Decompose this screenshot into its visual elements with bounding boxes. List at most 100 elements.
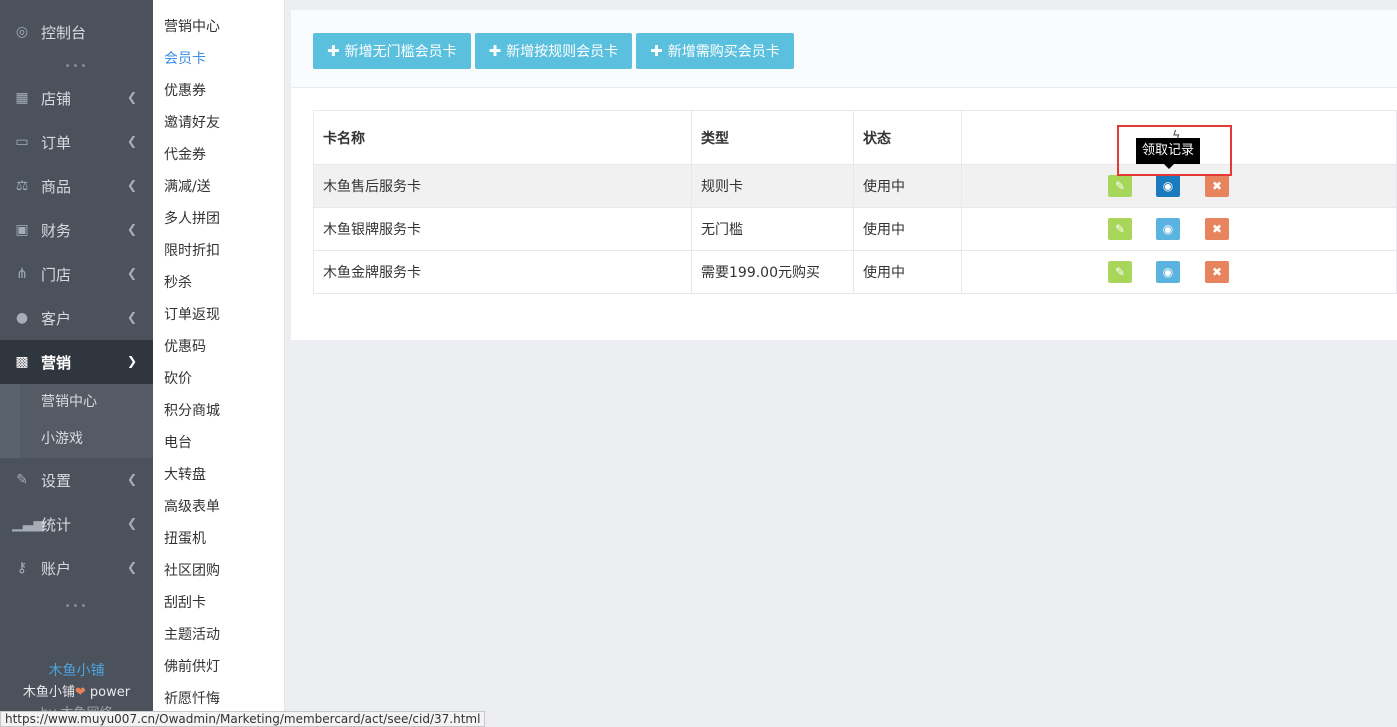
menu-item[interactable]: 营销中心 bbox=[153, 11, 284, 43]
chevron-left-icon: ❮ bbox=[126, 178, 137, 192]
sidebar-divider: ••• bbox=[64, 601, 89, 612]
menu-item[interactable]: 大转盘 bbox=[153, 459, 284, 491]
sidebar-item-label: 门店 bbox=[41, 265, 72, 284]
sidebar-item-label: 订单 bbox=[41, 133, 72, 152]
finance-icon: ▣ bbox=[15, 222, 29, 238]
scale-icon: ⚖ bbox=[15, 178, 29, 194]
sidebar-item-marketing[interactable]: ▩ 营销 ❯ bbox=[0, 340, 153, 384]
menu-item[interactable]: 刮刮卡 bbox=[153, 587, 284, 619]
cell-status: 使用中 bbox=[853, 207, 962, 251]
sitemap-icon: ⋔ bbox=[16, 266, 28, 282]
cell-status: 使用中 bbox=[853, 164, 962, 208]
dashboard-icon: ◎ bbox=[15, 24, 29, 40]
cell-card-name: 木鱼金牌服务卡 bbox=[313, 250, 692, 294]
menu-item[interactable]: 秒杀 bbox=[153, 267, 284, 299]
add-free-card-button[interactable]: ✚ 新增无门槛会员卡 bbox=[313, 33, 471, 69]
submenu-item-marketing-center[interactable]: 营销中心 bbox=[20, 384, 153, 421]
plus-icon: ✚ bbox=[650, 42, 663, 60]
menu-item[interactable]: 限时折扣 bbox=[153, 235, 284, 267]
sidebar-item-store[interactable]: ▦ 店铺 ❮ bbox=[0, 76, 153, 120]
sidebar-item-label: 控制台 bbox=[41, 23, 87, 42]
menu-item[interactable]: 优惠码 bbox=[153, 331, 284, 363]
menu-item[interactable]: 多人拼团 bbox=[153, 203, 284, 235]
menu-item[interactable]: 电台 bbox=[153, 427, 284, 459]
sidebar-item-shops[interactable]: ⋔ 门店 ❮ bbox=[0, 252, 153, 296]
sidebar-item-label: 统计 bbox=[41, 515, 72, 534]
menu-item[interactable]: 社区团购 bbox=[153, 555, 284, 587]
sidebar-divider: ••• bbox=[64, 61, 89, 72]
menu-item[interactable]: 佛前供灯 bbox=[153, 651, 284, 683]
sidebar-item-label: 设置 bbox=[41, 471, 72, 490]
button-label: 新增无门槛会员卡 bbox=[344, 44, 457, 60]
col-card-name: 卡名称 bbox=[313, 110, 692, 165]
chevron-left-icon: ❮ bbox=[126, 472, 137, 486]
chevron-left-icon: ❮ bbox=[126, 90, 137, 104]
add-paid-card-button[interactable]: ✚ 新增需购买会员卡 bbox=[636, 33, 794, 69]
main-sidebar: ◎ 控制台 ••• ▦ 店铺 ❮ ▭ 订单 ❮ ⚖ 商品 ❮ ▣ 财务 ❮ ⋔ … bbox=[0, 0, 153, 727]
menu-item[interactable]: 订单返现 bbox=[153, 299, 284, 331]
sidebar-item-label: 客户 bbox=[41, 309, 72, 328]
cell-actions: ✎ ◉ ✖ bbox=[961, 207, 1397, 251]
plus-icon: ✚ bbox=[488, 42, 502, 60]
chevron-left-icon: ❮ bbox=[126, 222, 137, 236]
plus-icon: ✚ bbox=[327, 42, 340, 60]
col-type: 类型 bbox=[691, 110, 854, 165]
eye-icon[interactable]: ◉ bbox=[1156, 218, 1180, 240]
close-icon[interactable]: ✖ bbox=[1205, 261, 1229, 283]
chevron-left-icon: ❮ bbox=[126, 310, 137, 324]
menu-item[interactable]: 主题活动 bbox=[153, 619, 284, 651]
menu-item[interactable]: 优惠券 bbox=[153, 75, 284, 107]
bar-chart-icon: ▁▃▅ bbox=[12, 516, 45, 532]
close-icon[interactable]: ✖ bbox=[1205, 175, 1229, 197]
sidebar-item-settings[interactable]: ✎ 设置 ❮ bbox=[0, 458, 153, 502]
cell-card-name: 木鱼银牌服务卡 bbox=[313, 207, 692, 251]
table-row: 木鱼银牌服务卡 无门槛 使用中 ✎ ◉ ✖ bbox=[313, 207, 1397, 251]
heart-icon: ❤ bbox=[74, 685, 86, 700]
menu-item[interactable]: 满减/送 bbox=[153, 171, 284, 203]
chevron-left-icon: ❮ bbox=[126, 266, 137, 280]
menu-item[interactable]: 代金券 bbox=[153, 139, 284, 171]
menu-item[interactable]: 积分商城 bbox=[153, 395, 284, 427]
sidebar-item-finance[interactable]: ▣ 财务 ❮ bbox=[0, 208, 153, 252]
sidebar-item-account[interactable]: ⚷ 账户 ❮ bbox=[0, 546, 153, 590]
chevron-left-icon: ❮ bbox=[126, 516, 137, 530]
cell-type: 规则卡 bbox=[691, 164, 854, 208]
eye-icon[interactable]: ◉ bbox=[1156, 261, 1180, 283]
sidebar-item-label: 财务 bbox=[41, 221, 72, 240]
gift-icon: ▩ bbox=[15, 354, 29, 370]
menu-item[interactable]: 高级表单 bbox=[153, 491, 284, 523]
edit-icon[interactable]: ✎ bbox=[1108, 175, 1132, 197]
chevron-left-icon: ❮ bbox=[126, 134, 137, 148]
close-icon[interactable]: ✖ bbox=[1205, 218, 1229, 240]
key-icon: ⚷ bbox=[16, 560, 28, 576]
submenu-item-mini-games[interactable]: 小游戏 bbox=[20, 421, 153, 458]
sidebar-item-statistics[interactable]: ▁▃▅ 统计 ❮ bbox=[0, 502, 153, 546]
toolbar: ✚ 新增无门槛会员卡 ✚ 新增按规则会员卡 ✚ 新增需购买会员卡 bbox=[291, 10, 1397, 88]
cell-status: 使用中 bbox=[853, 250, 962, 294]
button-label: 新增需购买会员卡 bbox=[667, 44, 780, 60]
power-suffix: power bbox=[85, 685, 131, 700]
sidebar-item-orders[interactable]: ▭ 订单 ❮ bbox=[0, 120, 153, 164]
menu-item[interactable]: 砍价 bbox=[153, 363, 284, 395]
power-text: 木鱼小铺❤ power bbox=[0, 682, 153, 704]
eye-icon[interactable]: ◉ bbox=[1156, 175, 1180, 197]
users-icon: ● bbox=[15, 310, 29, 326]
sidebar-item-goods[interactable]: ⚖ 商品 ❮ bbox=[0, 164, 153, 208]
table-row: 木鱼金牌服务卡 需要199.00元购买 使用中 ✎ ◉ ✖ bbox=[313, 250, 1397, 294]
brand-link[interactable]: 木鱼小铺 bbox=[0, 660, 153, 682]
menu-item[interactable]: 会员卡 bbox=[153, 43, 284, 75]
cell-actions: ✎ ◉ ✖ bbox=[961, 250, 1397, 294]
menu-item[interactable]: 邀请好友 bbox=[153, 107, 284, 139]
add-rule-card-button[interactable]: ✚ 新增按规则会员卡 bbox=[474, 33, 633, 69]
col-status: 状态 bbox=[853, 110, 962, 165]
browser-status-url: https://www.muyu007.cn/Owadmin/Marketing… bbox=[0, 711, 486, 727]
menu-item[interactable]: 扭蛋机 bbox=[153, 523, 284, 555]
cell-type: 需要199.00元购买 bbox=[691, 250, 854, 294]
cell-type: 无门槛 bbox=[691, 207, 854, 251]
table-header-row: 卡名称 类型 状态 bbox=[313, 110, 1397, 165]
sidebar-item-customers[interactable]: ● 客户 ❮ bbox=[0, 296, 153, 340]
edit-icon[interactable]: ✎ bbox=[1108, 218, 1132, 240]
sidebar-item-label: 店铺 bbox=[41, 89, 72, 108]
edit-icon[interactable]: ✎ bbox=[1108, 261, 1132, 283]
sidebar-item-dashboard[interactable]: ◎ 控制台 bbox=[0, 0, 153, 64]
